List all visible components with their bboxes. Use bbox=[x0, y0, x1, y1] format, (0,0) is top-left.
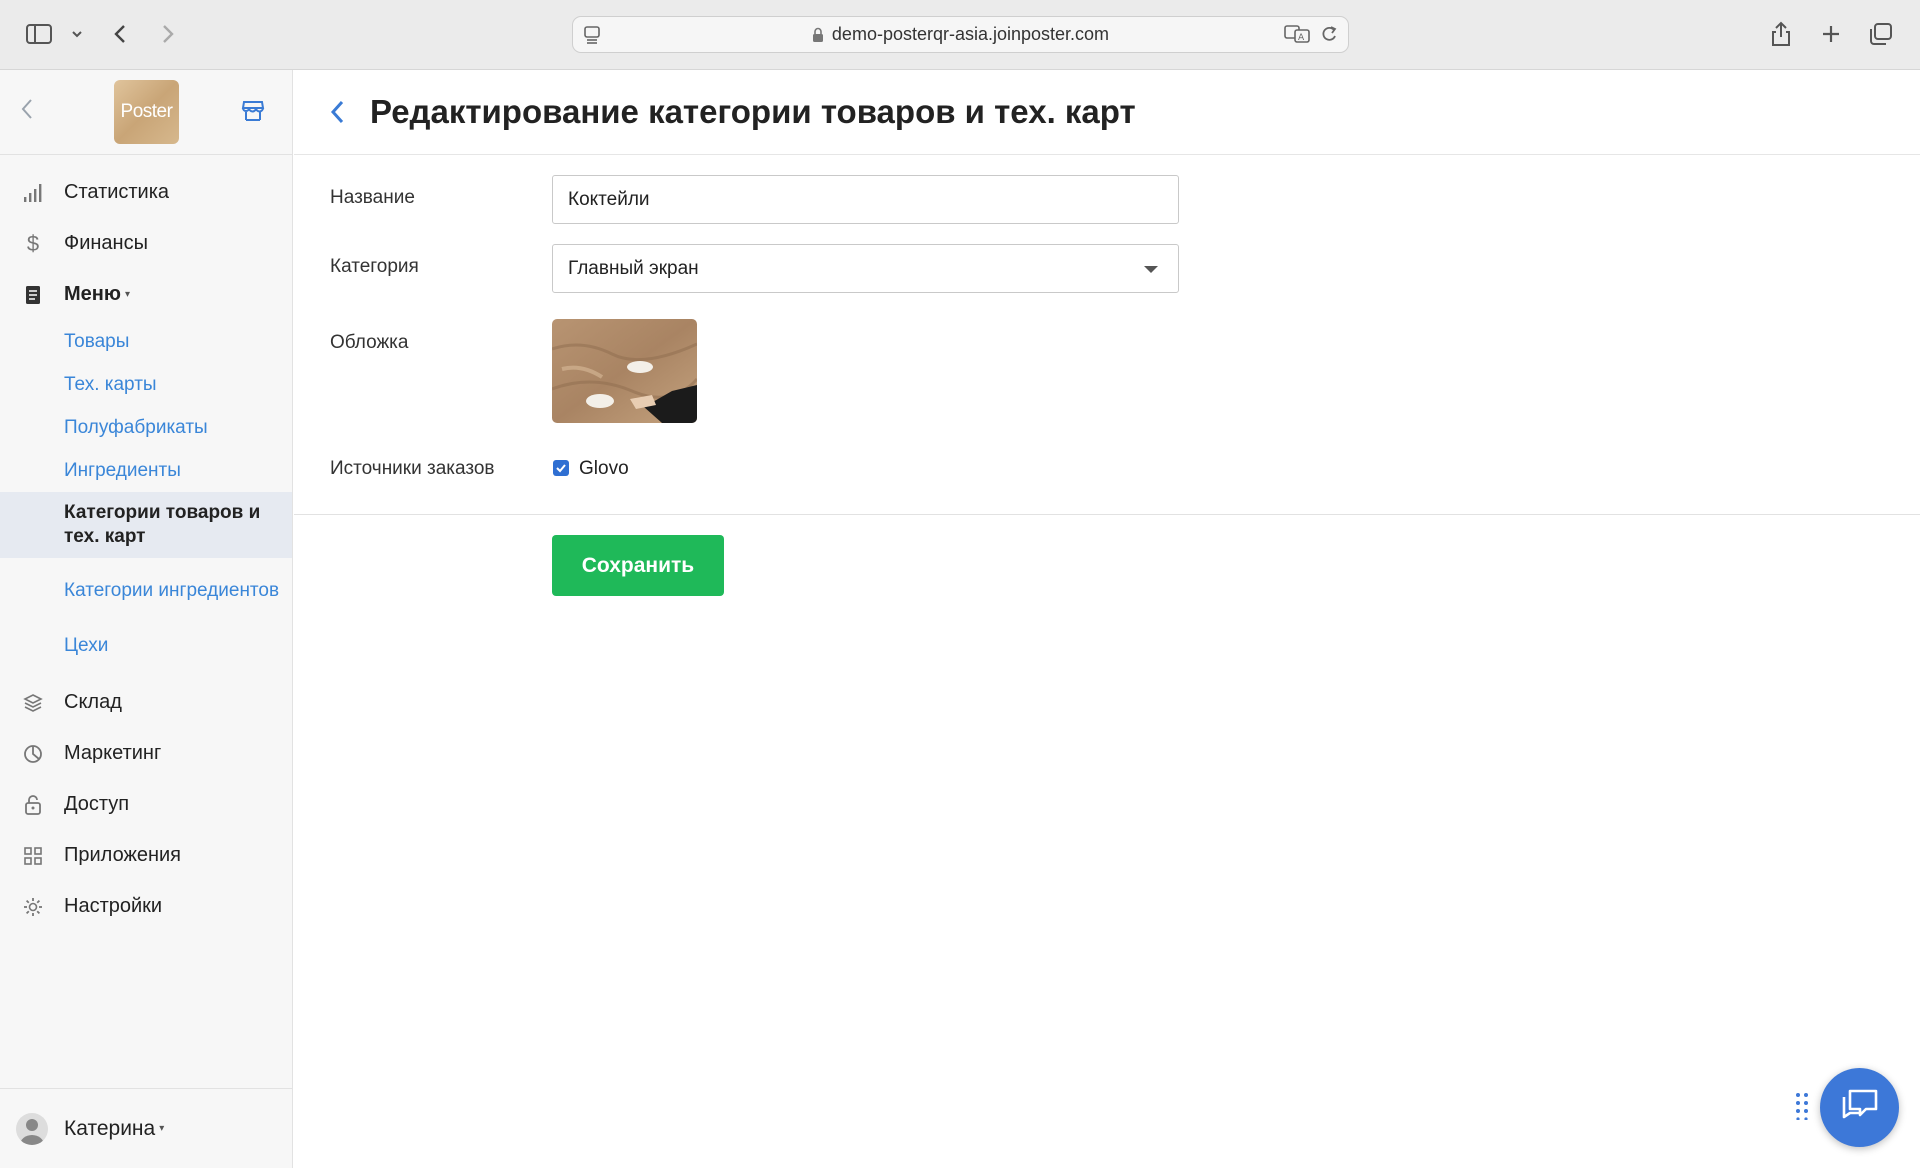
cover-label: Обложка bbox=[330, 332, 409, 353]
nav-item-finance[interactable]: $ Финансы bbox=[0, 218, 292, 269]
category-select[interactable]: Главный экран bbox=[552, 244, 1179, 293]
grid-icon bbox=[22, 845, 44, 867]
nav-item-statistics[interactable]: Статистика bbox=[0, 167, 292, 218]
chevron-down-icon[interactable] bbox=[70, 17, 84, 51]
collapse-sidebar-icon[interactable] bbox=[20, 97, 34, 126]
glovo-checkbox-label[interactable]: Glovo bbox=[579, 458, 629, 480]
drag-handle-icon[interactable] bbox=[1795, 1092, 1809, 1125]
layers-icon bbox=[22, 692, 44, 714]
browser-toolbar: demo-posterqr-asia.joinposter.com A bbox=[0, 0, 1920, 70]
category-select-value: Главный экран bbox=[568, 257, 699, 279]
category-form: Название Категория Главный экран Обложка bbox=[294, 155, 1920, 515]
page-header: Редактирование категории товаров и тех. … bbox=[294, 70, 1920, 155]
secondary-nav: Склад Маркетинг Доступ Приложения Настро… bbox=[0, 667, 292, 932]
sub-item-product-categories[interactable]: Категории товаров и тех. карт bbox=[0, 492, 292, 558]
caret-down-icon: ▾ bbox=[124, 289, 130, 300]
page-menu-icon[interactable] bbox=[583, 25, 601, 50]
sub-item-ingredients[interactable]: Ингредиенты bbox=[0, 449, 292, 492]
name-label: Название bbox=[330, 187, 415, 208]
sub-item-products[interactable]: Товары bbox=[0, 320, 292, 363]
user-name: Катерина bbox=[64, 1116, 156, 1140]
sidebar-header: Poster bbox=[0, 70, 292, 155]
nav-label: Доступ bbox=[64, 793, 130, 815]
chat-button[interactable] bbox=[1820, 1068, 1899, 1147]
nav-item-menu[interactable]: Меню ▾ bbox=[0, 269, 292, 320]
translate-icon[interactable]: A bbox=[1284, 24, 1310, 49]
nav-label: Настройки bbox=[64, 895, 163, 917]
nav-label: Приложения bbox=[64, 844, 182, 866]
lock-icon bbox=[812, 27, 824, 43]
gear-icon bbox=[22, 896, 44, 918]
nav-label: Финансы bbox=[64, 232, 148, 254]
category-label: Категория bbox=[330, 256, 419, 277]
sub-item-semi-finished[interactable]: Полуфабрикаты bbox=[0, 406, 292, 449]
nav-item-settings[interactable]: Настройки bbox=[0, 881, 292, 932]
chat-icon bbox=[1840, 1087, 1880, 1128]
caret-down-icon: ▾ bbox=[159, 1123, 165, 1134]
browser-forward-icon[interactable] bbox=[160, 17, 176, 51]
poster-logo[interactable]: Poster bbox=[114, 80, 179, 144]
nav-item-access[interactable]: Доступ bbox=[0, 779, 292, 830]
nav-item-marketing[interactable]: Маркетинг bbox=[0, 728, 292, 779]
avatar bbox=[16, 1112, 48, 1145]
svg-text:A: A bbox=[1298, 33, 1305, 43]
store-icon[interactable] bbox=[240, 98, 266, 129]
back-arrow-icon[interactable] bbox=[328, 98, 346, 126]
nav-label: Маркетинг bbox=[64, 742, 162, 764]
address-bar[interactable]: demo-posterqr-asia.joinposter.com A bbox=[572, 16, 1349, 53]
share-icon[interactable] bbox=[1770, 17, 1792, 51]
logo-text: Poster bbox=[120, 101, 173, 122]
page-title: Редактирование категории товаров и тех. … bbox=[370, 93, 1136, 130]
pie-chart-icon bbox=[22, 743, 44, 765]
dropdown-arrow-icon bbox=[1144, 266, 1158, 273]
nav-item-warehouse[interactable]: Склад bbox=[0, 677, 292, 728]
name-input[interactable] bbox=[552, 175, 1179, 224]
glovo-checkbox[interactable] bbox=[553, 460, 569, 476]
browser-back-icon[interactable] bbox=[112, 17, 128, 51]
sub-item-tech-cards[interactable]: Тех. карты bbox=[0, 363, 292, 406]
document-icon bbox=[22, 284, 44, 306]
sub-item-workshops[interactable]: Цехи bbox=[0, 624, 292, 667]
order-sources-label: Источники заказов bbox=[330, 458, 495, 479]
menu-submenu: Товары Тех. карты Полуфабрикаты Ингредие… bbox=[0, 320, 292, 667]
save-button[interactable]: Сохранить bbox=[552, 535, 724, 596]
cover-image[interactable] bbox=[552, 319, 697, 423]
bar-chart-icon bbox=[22, 182, 44, 204]
url-text: demo-posterqr-asia.joinposter.com bbox=[831, 24, 1110, 44]
reload-icon[interactable] bbox=[1320, 24, 1338, 49]
nav-label: Статистика bbox=[64, 181, 170, 203]
sidebar: Poster Статистика $ Финансы Меню ▾ Товар… bbox=[0, 70, 293, 1168]
lock-icon bbox=[22, 794, 44, 816]
nav-label: Склад bbox=[64, 691, 122, 713]
main-content: Редактирование категории товаров и тех. … bbox=[294, 70, 1920, 1168]
nav-item-apps[interactable]: Приложения bbox=[0, 830, 292, 881]
user-menu[interactable]: Катерина ▾ bbox=[0, 1088, 293, 1168]
sub-item-ingredient-categories[interactable]: Категории ингредиентов bbox=[0, 558, 292, 624]
new-tab-icon[interactable] bbox=[1820, 17, 1842, 51]
tabs-overview-icon[interactable] bbox=[1868, 17, 1894, 51]
sidebar-toggle-icon[interactable] bbox=[26, 17, 52, 51]
nav-label: Меню bbox=[64, 283, 121, 305]
dollar-icon: $ bbox=[26, 230, 40, 256]
main-nav: Статистика $ Финансы Меню ▾ bbox=[0, 155, 292, 320]
